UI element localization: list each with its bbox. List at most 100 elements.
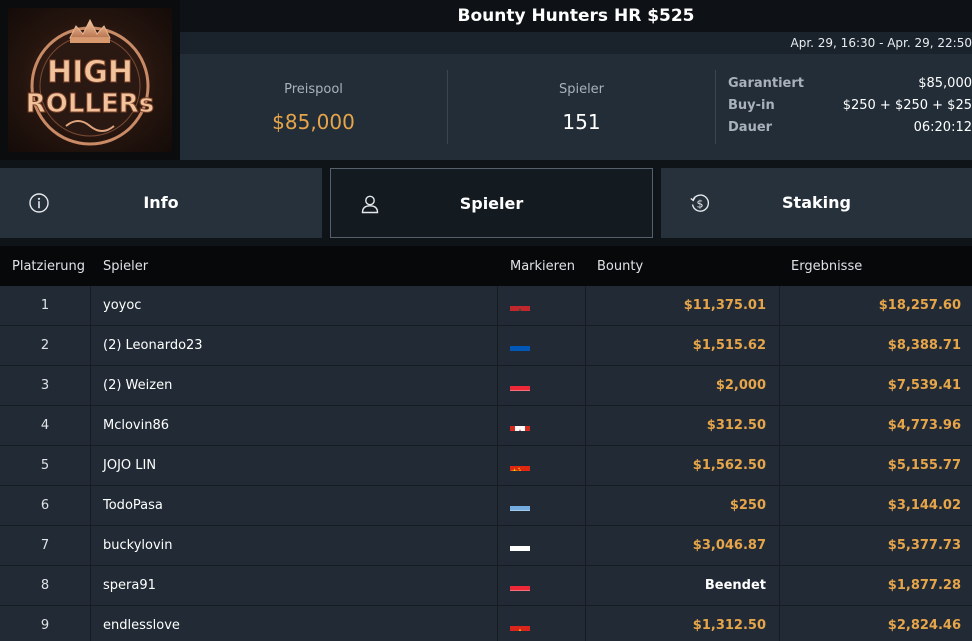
date-bar: Apr. 29, 16:30 - Apr. 29, 22:50 bbox=[180, 32, 972, 54]
austria-flag-icon bbox=[510, 377, 530, 391]
players-label: Spieler bbox=[558, 82, 605, 97]
bounty-cell: $1,562.50 bbox=[692, 458, 766, 473]
tab-info[interactable]: Info bbox=[0, 168, 322, 238]
result-cell: $2,824.46 bbox=[887, 618, 961, 633]
bounty-cell: $250 bbox=[729, 498, 766, 513]
flag-cell bbox=[498, 326, 584, 366]
stats-panel: Preispool $85,000 Spieler 151 Garantiert… bbox=[180, 54, 972, 160]
player-name-cell[interactable]: Mclovin86 bbox=[91, 406, 496, 446]
result-cell: $3,144.02 bbox=[887, 498, 961, 513]
result-cell: $7,539.41 bbox=[887, 378, 961, 393]
table-row[interactable]: 4 Mclovin86 $312.50 $4,773.96 bbox=[0, 406, 972, 446]
tournament-details: Garantiert $85,000 Buy-in $250 + $250 + … bbox=[728, 76, 972, 142]
rank-cell: 1 bbox=[40, 298, 50, 313]
bounty-cell: Beendet bbox=[704, 578, 766, 593]
flag-cell bbox=[498, 526, 584, 566]
flag-cell bbox=[498, 366, 584, 406]
logo-text-high: HIGH bbox=[47, 55, 133, 90]
rank-cell: 3 bbox=[40, 378, 50, 393]
player-name-cell[interactable]: (2) Leonardo23 bbox=[91, 326, 496, 366]
header-rank[interactable]: Platzierung bbox=[12, 259, 85, 274]
detail-row-guaranteed: Garantiert $85,000 bbox=[728, 76, 972, 98]
detail-row-buyin: Buy-in $250 + $250 + $25 bbox=[728, 98, 972, 120]
table-row[interactable]: 8 spera91 Beendet $1,877.28 bbox=[0, 566, 972, 606]
logo-text-rollers: ROLLERs bbox=[26, 89, 155, 119]
rank-cell: 9 bbox=[40, 618, 50, 633]
flag-cell bbox=[498, 606, 584, 641]
rank-cell: 5 bbox=[40, 458, 50, 473]
tournament-logo: HIGH ROLLERs bbox=[0, 0, 180, 160]
header-player[interactable]: Spieler bbox=[103, 259, 148, 274]
table-row[interactable]: 5 JOJO LIN $1,562.50 $5,155.77 bbox=[0, 446, 972, 486]
austria-flag-icon bbox=[510, 577, 530, 591]
player-name-cell[interactable]: (2) Weizen bbox=[91, 366, 496, 406]
tab-bar: Info Spieler $ Staking bbox=[0, 160, 972, 246]
prizepool-label: Preispool bbox=[284, 82, 343, 97]
flag-cell bbox=[498, 286, 584, 326]
detail-label: Garantiert bbox=[728, 76, 804, 91]
player-name-cell[interactable]: TodoPasa bbox=[91, 486, 496, 526]
rank-cell: 6 bbox=[40, 498, 50, 513]
high-rollers-logo: HIGH ROLLERs bbox=[8, 8, 172, 152]
player-name-cell[interactable]: spera91 bbox=[91, 566, 496, 606]
player-name-cell[interactable]: buckylovin bbox=[91, 526, 496, 566]
morocco-flag-icon bbox=[510, 297, 530, 311]
detail-value: $250 + $250 + $25 bbox=[842, 98, 972, 113]
flag-cell bbox=[498, 446, 584, 486]
result-cell: $18,257.60 bbox=[878, 298, 961, 313]
flag-cell bbox=[498, 486, 584, 526]
argentina-flag-icon bbox=[510, 497, 530, 511]
table-row[interactable]: 1 yoyoc $11,375.01 $18,257.60 bbox=[0, 286, 972, 326]
rank-cell: 8 bbox=[40, 578, 50, 593]
bounty-cell: $1,515.62 bbox=[692, 338, 766, 353]
result-cell: $1,877.28 bbox=[887, 578, 961, 593]
table-row[interactable]: 2 (2) Leonardo23 $1,515.62 $8,388.71 bbox=[0, 326, 972, 366]
detail-value: 06:20:12 bbox=[913, 120, 972, 135]
bounty-cell: $312.50 bbox=[706, 418, 766, 433]
ukraine-flag-icon bbox=[510, 337, 530, 351]
player-name-cell[interactable]: JOJO LIN bbox=[91, 446, 496, 486]
china-flag-icon bbox=[510, 457, 530, 471]
result-cell: $5,155.77 bbox=[887, 458, 961, 473]
detail-value: $85,000 bbox=[918, 76, 972, 91]
players-stat: Spieler 151 bbox=[448, 54, 715, 160]
player-name-cell[interactable]: yoyoc bbox=[91, 286, 496, 326]
players-value: 151 bbox=[562, 110, 601, 134]
header-result[interactable]: Ergebnisse bbox=[791, 259, 862, 274]
tournament-dates: Apr. 29, 16:30 - Apr. 29, 22:50 bbox=[790, 36, 972, 50]
stat-divider bbox=[715, 70, 716, 144]
prizepool-value: $85,000 bbox=[272, 110, 355, 134]
table-row[interactable]: 6 TodoPasa $250 $3,144.02 bbox=[0, 486, 972, 526]
header-bounty[interactable]: Bounty bbox=[597, 259, 643, 274]
table-row[interactable]: 9 endlesslove $1,312.50 $2,824.46 bbox=[0, 606, 972, 641]
bounty-cell: $11,375.01 bbox=[683, 298, 766, 313]
rank-cell: 2 bbox=[40, 338, 50, 353]
vietnam-flag-icon bbox=[510, 617, 530, 631]
tournament-lobby: HIGH ROLLERs Bounty Hunters HR $525 Apr.… bbox=[0, 0, 972, 641]
detail-label: Dauer bbox=[728, 120, 773, 135]
rank-cell: 4 bbox=[40, 418, 50, 433]
title-bar: Bounty Hunters HR $525 bbox=[180, 0, 972, 32]
prizepool-stat: Preispool $85,000 bbox=[180, 54, 447, 160]
result-cell: $8,388.71 bbox=[887, 338, 961, 353]
tab-staking[interactable]: $ Staking bbox=[661, 168, 972, 238]
high-rollers-emblem-icon: HIGH ROLLERs bbox=[25, 18, 155, 146]
header-flag[interactable]: Markieren bbox=[510, 259, 575, 274]
poland-flag-icon bbox=[510, 537, 530, 551]
result-cell: $4,773.96 bbox=[887, 418, 961, 433]
table-row[interactable]: 3 (2) Weizen $2,000 $7,539.41 bbox=[0, 366, 972, 406]
tab-staking-label: Staking bbox=[782, 193, 851, 212]
flag-cell bbox=[498, 566, 584, 606]
flag-cell bbox=[498, 406, 584, 446]
bounty-cell: $1,312.50 bbox=[692, 618, 766, 633]
tab-players[interactable]: Spieler bbox=[330, 168, 653, 238]
result-cell: $5,377.73 bbox=[887, 538, 961, 553]
tab-info-label: Info bbox=[143, 193, 179, 212]
player-name-cell[interactable]: endlesslove bbox=[91, 606, 496, 641]
tournament-title: Bounty Hunters HR $525 bbox=[457, 6, 695, 26]
rank-cell: 7 bbox=[40, 538, 50, 553]
canada-flag-icon bbox=[510, 417, 530, 431]
table-row[interactable]: 7 buckylovin $3,046.87 $5,377.73 bbox=[0, 526, 972, 566]
bounty-cell: $2,000 bbox=[715, 378, 766, 393]
players-table-body: 1 yoyoc $11,375.01 $18,257.60 2 (2) Leon… bbox=[0, 286, 972, 641]
